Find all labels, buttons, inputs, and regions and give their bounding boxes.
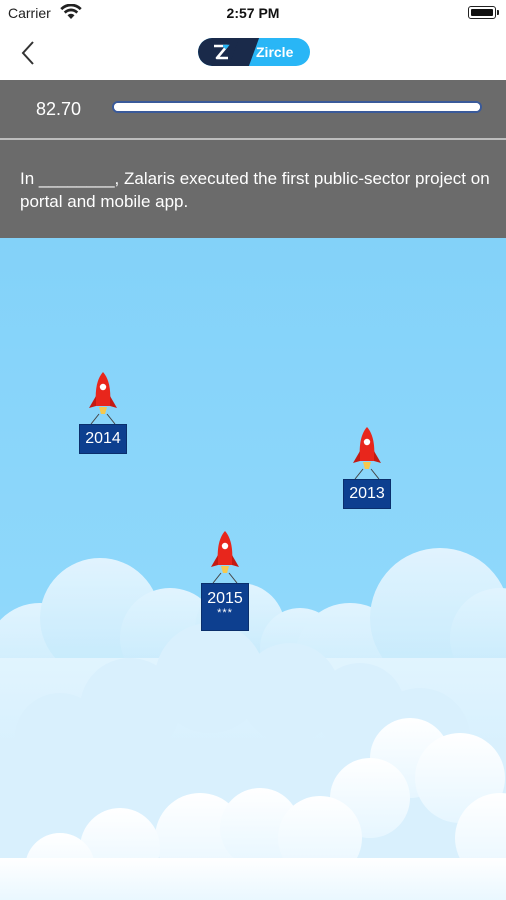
rocket-icon (211, 531, 239, 583)
nav-bar: Zircle (0, 26, 506, 80)
z-logo-icon (214, 44, 230, 60)
status-bar: Carrier 2:57 PM (0, 0, 506, 26)
chevron-left-icon (21, 41, 34, 65)
rocket-sign: 2015 *** (201, 583, 249, 631)
question-panel: In ________, Zalaris executed the first … (0, 140, 506, 238)
rocket-sign: 2014 (79, 424, 127, 454)
game-area: 2014 2013 2015 *** (0, 238, 506, 900)
rocket-year-label: 2013 (349, 485, 385, 502)
back-button[interactable] (14, 38, 44, 68)
rocket-stars: *** (217, 607, 233, 619)
rocket-option-2015[interactable]: 2015 *** (195, 529, 255, 633)
rocket-option-2014[interactable]: 2014 (73, 370, 133, 460)
score-value: 82.70 (36, 99, 82, 119)
battery-icon (468, 6, 499, 19)
score-bar: 82.70 (0, 80, 506, 138)
rocket-icon (353, 427, 381, 479)
timer-progress-bar (112, 101, 482, 113)
timer-progress-fill (114, 103, 480, 111)
clock: 2:57 PM (226, 5, 280, 21)
rocket-sign: 2013 (343, 479, 391, 509)
rocket-year-label: 2015 (207, 590, 243, 607)
rocket-year-label: 2014 (85, 430, 121, 447)
brand-logo: Zircle (198, 38, 310, 66)
rocket-option-2013[interactable]: 2013 (337, 425, 397, 515)
rocket-icon (89, 372, 117, 424)
brand-name: Zircle (256, 44, 294, 60)
question-text: In ________, Zalaris executed the first … (20, 169, 490, 211)
